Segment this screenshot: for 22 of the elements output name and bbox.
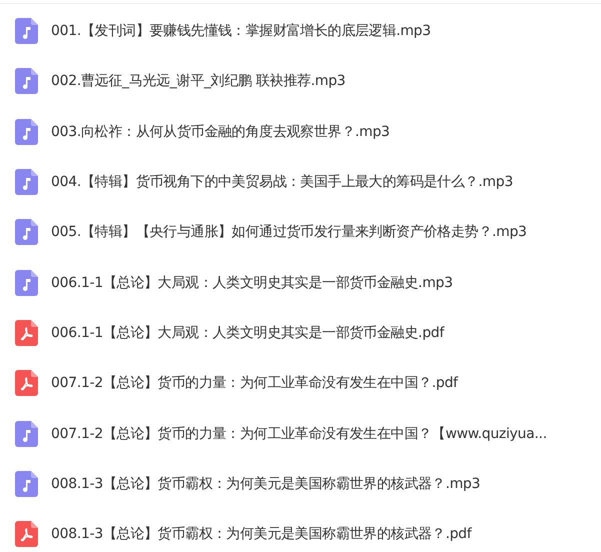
file-name[interactable]: 008.1-3【总论】货币霸权：为何美元是美国称霸世界的核武器？.mp3 — [51, 474, 480, 493]
file-name[interactable]: 003.向松祚：从何从货币金融的角度去观察世界？.mp3 — [51, 122, 390, 141]
music-file-icon — [15, 270, 38, 296]
music-file-icon — [15, 118, 38, 145]
file-name[interactable]: 002.曹远征_马光远_谢平_刘纪鹏 联袂推荐.mp3 — [51, 72, 346, 90]
file-name[interactable]: 006.1-1【总论】大局观：人类文明史其实是一部货币金融史.mp3 — [51, 274, 453, 292]
file-name[interactable]: 007.1-2【总论】货币的力量：为何工业革命没有发生在中国？.pdf — [51, 374, 458, 392]
music-file-icon — [15, 68, 38, 94]
music-file-icon — [15, 169, 38, 196]
file-name[interactable]: 004.【特辑】货币视角下的中美贸易战：美国手上最大的筹码是什么？.mp3 — [51, 173, 513, 192]
file-name[interactable]: 001.【发刊词】要赚钱先懂钱：掌握财富增长的底层逻辑.mp3 — [51, 22, 431, 40]
pdf-file-icon — [15, 370, 38, 396]
music-file-icon — [15, 470, 38, 497]
file-name[interactable]: 006.1-1【总论】大局观：人类文明史其实是一部货币金融史.pdf — [51, 324, 444, 342]
music-file-icon — [15, 219, 38, 246]
pdf-file-icon — [15, 320, 38, 346]
file-name[interactable]: 005.【特辑】【央行与通胀】如何通过货币发行量来判断资产价格走势？.mp3 — [51, 223, 527, 242]
file-name[interactable]: 008.1-3【总论】货币霸权：为何美元是美国称霸世界的核武器？.pdf — [51, 525, 472, 544]
file-name[interactable]: 007.1-2【总论】货币的力量：为何工业革命没有发生在中国？【www.quziyua... — [51, 424, 547, 443]
music-file-icon — [15, 420, 38, 447]
music-file-icon — [15, 18, 38, 44]
pdf-file-icon — [15, 521, 38, 548]
